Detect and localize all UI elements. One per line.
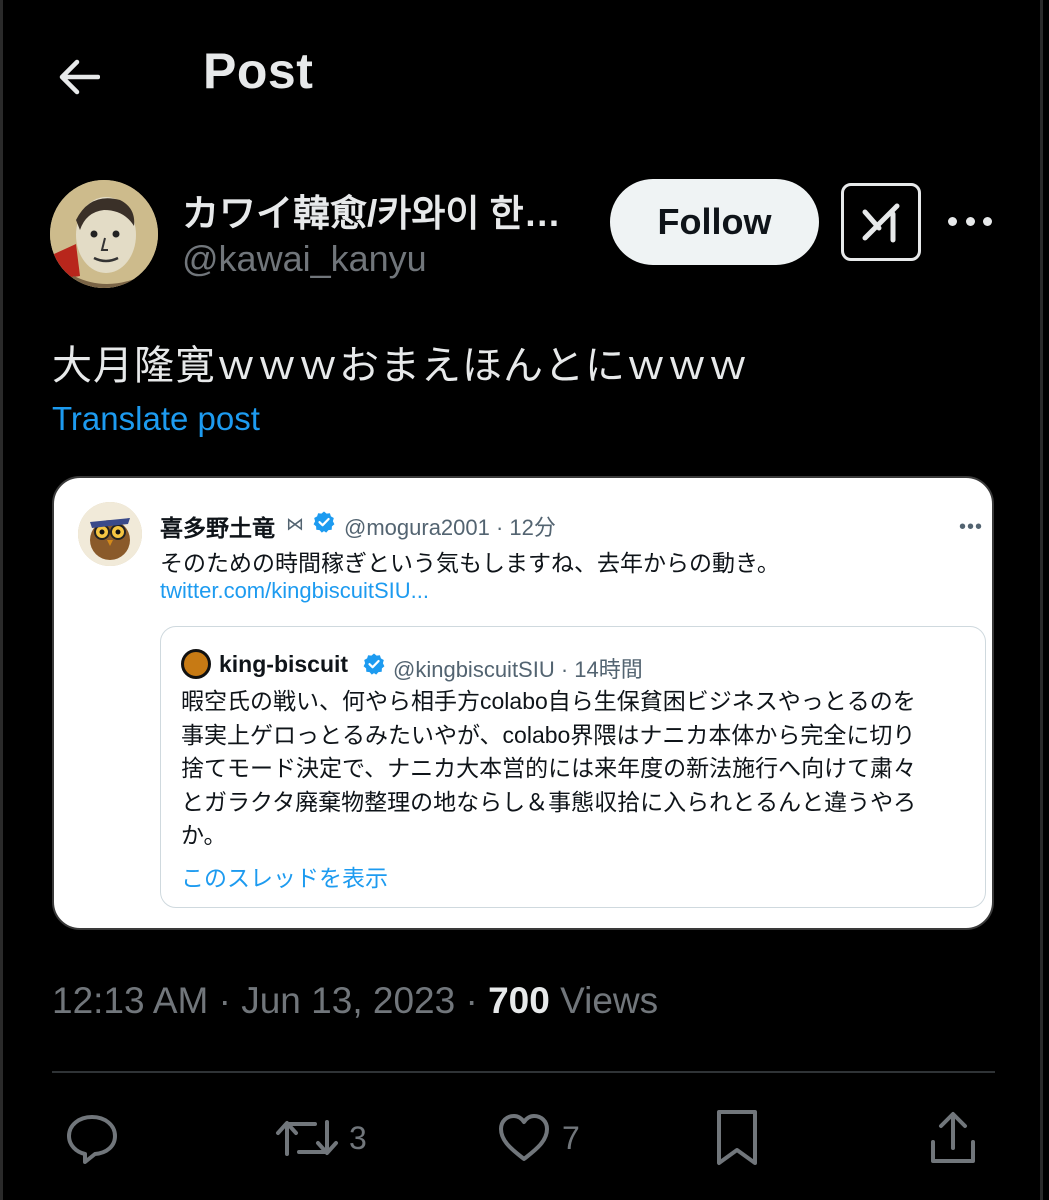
back-arrow-icon — [59, 59, 100, 95]
quoted-text: 暇空氏の戦い、何やら相手方colabo自ら生保貧困ビジネスやっとるのを 事実上ゲ… — [181, 685, 971, 853]
quoted-avatar — [181, 649, 211, 679]
frame-edge-right — [1040, 0, 1043, 1200]
quoted-text-line: か。 — [181, 822, 227, 848]
quoted-post: king-biscuit @kingbiscuitSIU · 14時間 暇空氏の… — [160, 626, 986, 908]
verified-icon — [363, 653, 385, 675]
quoted-text-line: 事実上ゲロっとるみたいやが、colabo界隈はナニカ本体から完全に切り — [181, 721, 916, 748]
avatar[interactable] — [50, 180, 158, 288]
repost-icon — [276, 1120, 338, 1156]
share-icon — [931, 1112, 975, 1163]
separator: · — [208, 980, 242, 1021]
follow-button[interactable]: Follow — [610, 179, 819, 265]
avatar-image — [50, 180, 158, 288]
top-bar: Post — [0, 0, 1040, 150]
divider — [52, 1071, 995, 1073]
author-handle[interactable]: @kawai_kanyu — [182, 238, 427, 280]
embedded-more-icon: ••• — [959, 516, 984, 538]
like-icon — [499, 1114, 549, 1161]
repost-button[interactable]: 3 — [275, 1108, 367, 1168]
post-time: 12:13 AM — [52, 980, 209, 1021]
quoted-text-line: 暇空氏の戦い、何やら相手方colabo自ら生保貧困ビジネスやっとるのを — [181, 688, 916, 714]
back-button[interactable] — [52, 50, 106, 104]
views-label: Views — [549, 980, 659, 1021]
quoted-author-name: king-biscuit — [219, 651, 349, 677]
embedded-link: twitter.com/kingbiscuitSIU... — [160, 578, 429, 603]
share-button[interactable] — [925, 1108, 981, 1168]
more-icon[interactable] — [948, 206, 992, 236]
post-date: Jun 13, 2023 — [241, 980, 456, 1021]
frame-edge-left — [0, 0, 3, 1200]
grok-icon — [862, 203, 900, 243]
quoted-meta: @kingbiscuitSIU · 14時間 — [393, 657, 643, 682]
show-thread-link: このスレッドを表示 — [181, 865, 388, 891]
post-text: 大月隆寛ｗｗｗおまえほんとにｗｗｗ — [52, 344, 749, 388]
grok-button[interactable] — [841, 183, 921, 261]
embedded-meta: @mogura2001 · 12分 — [344, 515, 556, 540]
quoted-text-line: とガラクタ廃棄物整理の地ならし＆事態収拾に入られとるんと違うやろ — [181, 788, 917, 815]
reply-button[interactable] — [64, 1108, 130, 1168]
like-count: 7 — [562, 1119, 580, 1156]
separator: · — [455, 980, 489, 1021]
like-button[interactable]: 7 — [496, 1108, 580, 1168]
bookmark-button[interactable] — [712, 1108, 762, 1168]
views-count[interactable]: 700 — [488, 980, 550, 1021]
page-title: Post — [203, 43, 314, 99]
embedded-avatar — [78, 502, 142, 566]
embedded-author-name: 喜多野土竜 — [160, 515, 275, 541]
owl-avatar-image — [78, 502, 142, 566]
bowtie-mark: ⋈ — [286, 514, 304, 534]
reply-icon — [67, 1115, 117, 1164]
quoted-text-line: 捨てモード決定で、ナニカ大本営的には来年度の新法施行へ向けて粛々 — [181, 755, 917, 781]
post-timestamp: 12:13 AM · Jun 13, 2023 · 700 Views — [52, 980, 658, 1022]
verified-icon — [313, 511, 335, 533]
embedded-text: そのための時間稼ぎという気もしますね、去年からの動き。 — [160, 550, 780, 576]
bookmark-icon — [717, 1110, 757, 1165]
repost-count: 3 — [349, 1119, 367, 1156]
translate-post-link[interactable]: Translate post — [52, 400, 260, 438]
author-display-name[interactable]: カワイ韓愈/카와이 한… — [182, 183, 561, 237]
attached-image[interactable]: 喜多野土竜 ⋈ @mogura2001 · 12分 ••• そのための時間稼ぎと… — [52, 476, 994, 930]
